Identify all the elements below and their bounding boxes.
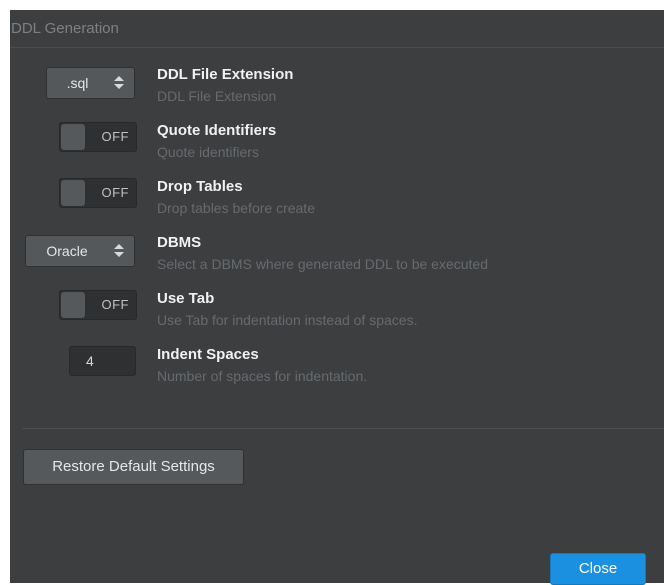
dbms-value: Oracle bbox=[46, 243, 88, 259]
ddl-extension-value: .sql bbox=[66, 75, 89, 91]
use-tab-toggle[interactable]: OFF bbox=[59, 290, 137, 320]
ddl-extension-select[interactable]: .sql bbox=[46, 67, 135, 99]
section-title-text: DDL Generation bbox=[11, 20, 119, 37]
toggle-state: OFF bbox=[101, 185, 129, 200]
drop-tables-toggle[interactable]: OFF bbox=[59, 178, 137, 208]
setting-use-tab: OFF Use Tab Use Tab for indentation inst… bbox=[10, 290, 664, 348]
up-down-arrows-icon bbox=[114, 244, 124, 258]
setting-description: DDL File Extension bbox=[157, 88, 277, 104]
setting-label: Drop Tables bbox=[157, 178, 243, 195]
toggle-knob bbox=[61, 292, 85, 318]
toggle-knob bbox=[61, 180, 85, 206]
setting-drop-tables: OFF Drop Tables Drop tables before creat… bbox=[10, 178, 664, 236]
toggle-state: OFF bbox=[101, 297, 129, 312]
restore-default-settings-button[interactable]: Restore Default Settings bbox=[23, 449, 244, 485]
setting-quote-identifiers: OFF Quote Identifiers Quote identifiers bbox=[10, 122, 664, 180]
settings-dialog: DDL Generation .sql DDL File Extension D… bbox=[10, 10, 664, 583]
setting-label: DBMS bbox=[157, 234, 202, 251]
section-divider bbox=[22, 428, 664, 429]
toggle-knob bbox=[61, 124, 85, 150]
close-button[interactable]: Close bbox=[550, 553, 646, 585]
setting-description: Number of spaces for indentation. bbox=[157, 368, 368, 384]
setting-indent-spaces: 4 Indent Spaces Number of spaces for ind… bbox=[10, 346, 664, 404]
setting-description: Drop tables before create bbox=[157, 200, 315, 216]
setting-description: Select a DBMS where generated DDL to be … bbox=[157, 256, 489, 272]
setting-description: Use Tab for indentation instead of space… bbox=[157, 312, 418, 328]
quote-identifiers-toggle[interactable]: OFF bbox=[59, 122, 137, 152]
setting-label: Indent Spaces bbox=[157, 346, 259, 363]
up-down-arrows-icon bbox=[114, 76, 124, 90]
toggle-state: OFF bbox=[101, 129, 129, 144]
setting-description: Quote identifiers bbox=[157, 144, 259, 160]
setting-ddl-file-extension: .sql DDL File Extension DDL File Extensi… bbox=[10, 66, 664, 124]
setting-label: Use Tab bbox=[157, 290, 215, 307]
setting-label: Quote Identifiers bbox=[157, 122, 277, 139]
dbms-select[interactable]: Oracle bbox=[25, 235, 135, 267]
setting-dbms: Oracle DBMS Select a DBMS where generate… bbox=[10, 234, 664, 292]
indent-spaces-input[interactable]: 4 bbox=[69, 346, 136, 376]
section-title: DDL Generation bbox=[10, 10, 664, 48]
setting-label: DDL File Extension bbox=[157, 66, 294, 83]
